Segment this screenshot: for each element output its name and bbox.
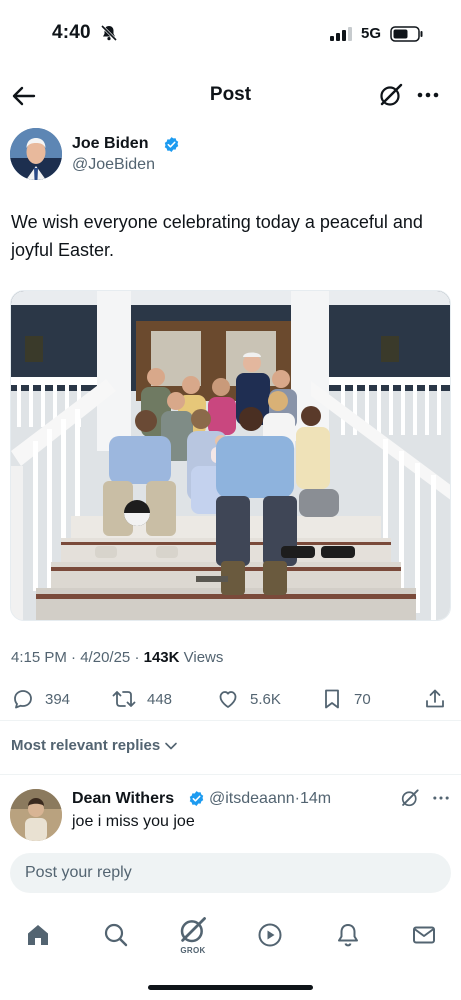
share-icon [426, 689, 444, 708]
avatar[interactable] [10, 128, 62, 180]
grok-icon [180, 917, 206, 943]
bookmark-button[interactable]: 70 [320, 684, 371, 714]
battery-icon [390, 26, 424, 47]
repost-button[interactable]: 448 [111, 684, 172, 714]
more-options-icon[interactable] [415, 82, 441, 113]
bookmark-count: 70 [354, 690, 371, 708]
avatar[interactable] [10, 789, 62, 841]
post-photo[interactable] [10, 290, 451, 621]
network-label: 5G [361, 25, 382, 42]
home-indicator [148, 985, 313, 990]
reply-text: joe i miss you joe [72, 813, 195, 830]
reply-input[interactable]: Post your reply [10, 853, 451, 893]
tab-notifications[interactable] [328, 915, 368, 955]
bottom-tab-bar: GROK [0, 905, 461, 965]
status-time: 4:40 [52, 22, 91, 43]
status-bar: 4:40 5G [0, 0, 461, 66]
silent-bell-icon [100, 24, 118, 47]
reply-item[interactable]: Dean Withers @itsdeaann·14m joe i miss y… [10, 786, 451, 846]
post-text: We wish everyone celebrating today a pea… [11, 212, 423, 260]
meta-separator: · [134, 649, 140, 666]
views-label: Views [183, 649, 224, 666]
grok-icon[interactable] [378, 82, 404, 113]
verified-badge-icon [188, 790, 205, 812]
reply-button[interactable]: 394 [11, 684, 70, 714]
post-actions: 394 448 5.6K 70 [0, 684, 461, 714]
repost-count: 448 [147, 690, 173, 708]
like-count: 5.6K [250, 690, 281, 708]
reply-author-handle[interactable]: @itsdeaann [209, 790, 295, 807]
reply-input-placeholder: Post your reply [25, 864, 132, 881]
reply-handle-line: @itsdeaann·14m [209, 790, 331, 808]
tab-home[interactable] [18, 915, 58, 955]
post-date: 4/20/25 [80, 649, 131, 666]
reply-count: 394 [45, 690, 71, 708]
like-button[interactable]: 5.6K [216, 684, 281, 714]
verified-badge-icon [163, 136, 180, 158]
repost-icon [112, 691, 136, 707]
search-icon [104, 923, 128, 947]
play-circle-icon [258, 923, 282, 947]
replies-sort-label: Most relevant replies [11, 737, 161, 754]
views-count[interactable]: 143K [144, 649, 180, 666]
bookmark-icon [325, 689, 339, 709]
tab-video[interactable] [250, 915, 290, 955]
reply-icon [14, 690, 32, 709]
meta-separator: · [71, 649, 77, 666]
grok-icon[interactable] [400, 788, 420, 813]
author-handle[interactable]: @JoeBiden [72, 156, 155, 174]
divider [0, 720, 461, 721]
heart-icon [219, 691, 237, 708]
author-name[interactable]: Joe Biden [72, 135, 148, 153]
reply-author-name[interactable]: Dean Withers [72, 790, 174, 808]
bell-icon [338, 924, 358, 947]
signal-icon [330, 27, 354, 46]
post-meta: 4:15 PM · 4/20/25 · 143K Views [11, 649, 223, 666]
tab-messages[interactable] [404, 915, 444, 955]
post-author[interactable]: Joe Biden @JoeBiden [10, 128, 450, 184]
replies-sort-dropdown[interactable]: Most relevant replies [11, 737, 178, 754]
chevron-down-icon [165, 742, 178, 749]
divider [0, 774, 461, 775]
mail-icon [413, 926, 435, 944]
home-icon [28, 925, 48, 945]
reply-age: 14m [299, 790, 332, 807]
share-button[interactable] [423, 684, 457, 714]
post-time: 4:15 PM [11, 649, 67, 666]
tab-grok[interactable]: GROK [173, 915, 213, 955]
post-header: Post [0, 78, 461, 114]
more-options-icon[interactable] [431, 788, 451, 813]
grok-label: GROK [180, 946, 206, 955]
tab-search[interactable] [96, 915, 136, 955]
